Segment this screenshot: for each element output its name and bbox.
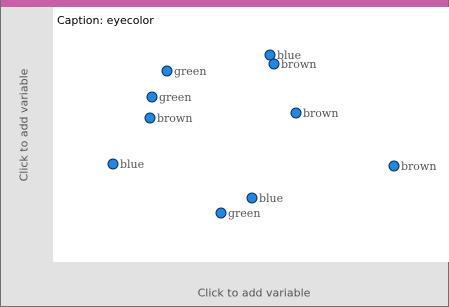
case-dot-marker[interactable] <box>215 207 227 219</box>
case-dot-marker[interactable] <box>161 65 173 77</box>
case-dot-marker[interactable] <box>264 49 276 61</box>
case-dot-marker[interactable] <box>268 58 280 70</box>
case-dot-label: green <box>228 207 260 220</box>
case-dot[interactable]: blue <box>107 158 144 171</box>
x-axis-drop-zone[interactable]: Click to add variable <box>53 262 449 306</box>
x-axis-add-variable-label[interactable]: Click to add variable <box>198 287 311 300</box>
case-dot-label: brown <box>401 160 436 173</box>
case-dot-marker[interactable] <box>388 160 400 172</box>
case-dot-marker[interactable] <box>246 192 258 204</box>
case-dot[interactable]: brown <box>268 58 316 71</box>
case-dot-marker[interactable] <box>290 107 302 119</box>
case-dot-label: brown <box>303 107 338 120</box>
case-dot-label: blue <box>120 158 144 171</box>
case-dot[interactable]: brown <box>290 107 338 120</box>
case-dot[interactable]: blue <box>246 192 283 205</box>
case-dot[interactable]: green <box>161 65 206 78</box>
case-dot[interactable]: brown <box>144 112 192 125</box>
case-dot-label: brown <box>281 58 316 71</box>
case-dot-marker[interactable] <box>144 112 156 124</box>
case-dot-label: green <box>159 91 191 104</box>
dot-plot: bluebrowngreengreenbrown brownblue brownbl… <box>107 49 436 220</box>
case-dot-marker[interactable] <box>107 158 119 170</box>
graph-window: Click to add variable Caption: eyecolor … <box>0 0 449 307</box>
case-dot[interactable]: green <box>146 91 191 104</box>
case-dot-marker[interactable] <box>146 91 158 103</box>
case-dot-label: brown <box>157 112 192 125</box>
case-dot-label: green <box>174 65 206 78</box>
case-dot[interactable]: green <box>215 207 260 220</box>
case-dot[interactable]: brown <box>388 160 436 173</box>
case-dot-label: blue <box>259 192 283 205</box>
